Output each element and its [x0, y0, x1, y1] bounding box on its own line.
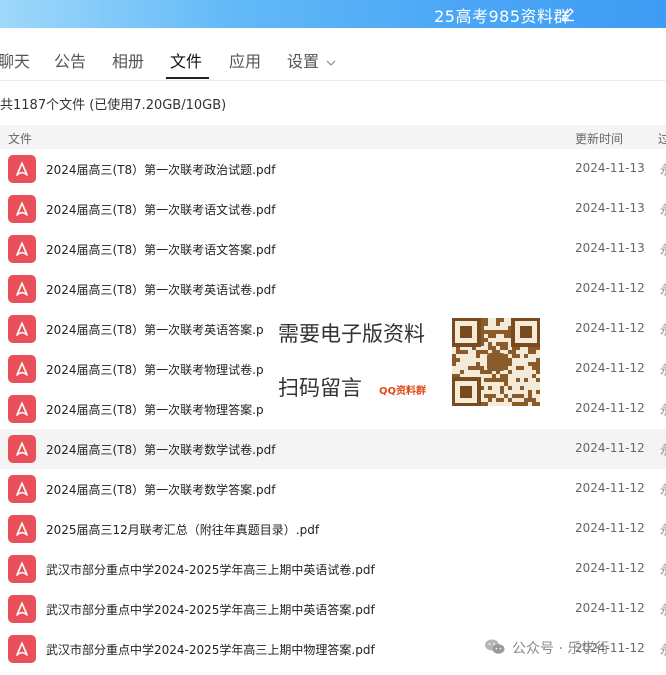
- file-date: 2024-11-13: [575, 201, 645, 215]
- file-date: 2024-11-12: [575, 561, 645, 575]
- pdf-icon: [8, 195, 36, 223]
- file-date: 2024-11-12: [575, 281, 645, 295]
- file-name[interactable]: 2025届高三12月联考汇总（附往年真题目录）.pdf: [46, 521, 319, 538]
- file-uploader: 永: [660, 321, 666, 338]
- table-row[interactable]: 武汉市部分重点中学2024-2025学年高三上期中英语答案.pdf 2024-11…: [0, 589, 666, 629]
- chevron-down-icon: [326, 60, 336, 66]
- file-uploader: 永: [660, 601, 666, 618]
- table-row[interactable]: 2024届高三(T8）第一次联考语文试卷.pdf 2024-11-13 永: [0, 189, 666, 229]
- watermark-text: 公众号 · 乐学行: [512, 641, 610, 657]
- file-date: 2024-11-12: [575, 521, 645, 535]
- table-header: 文件 更新时间 过: [0, 125, 666, 149]
- file-uploader: 永: [660, 201, 666, 218]
- file-uploader: 永: [660, 361, 666, 378]
- file-name[interactable]: 2024届高三(T8）第一次联考数学答案.pdf: [46, 481, 275, 498]
- file-name[interactable]: 武汉市部分重点中学2024-2025学年高三上期中英语答案.pdf: [46, 601, 375, 618]
- file-name[interactable]: 2024届高三(T8）第一次联考英语试卷.pdf: [46, 281, 275, 298]
- file-date: 2024-11-13: [575, 161, 645, 175]
- file-name[interactable]: 2024届高三(T8）第一次联考物理答案.p: [46, 401, 264, 418]
- file-uploader: 永: [660, 281, 666, 298]
- storage-summary: 共1187个文件 (已使用7.20GB/10GB): [0, 98, 227, 113]
- table-row[interactable]: 武汉市部分重点中学2024-2025学年高三上期中英语试卷.pdf 2024-11…: [0, 549, 666, 589]
- active-tab-indicator: [166, 77, 209, 79]
- promo-overlay: 需要电子版资料 扫码留言 QQ资料群: [266, 310, 554, 414]
- pdf-icon: [8, 515, 36, 543]
- window-title: 25高考985资料群: [434, 7, 570, 26]
- file-name[interactable]: 2024届高三(T8）第一次联考政治试题.pdf: [46, 161, 275, 178]
- pdf-icon: [8, 595, 36, 623]
- file-name[interactable]: 2024届高三(T8）第一次联考数学试卷.pdf: [46, 441, 275, 458]
- tab-bar: 聊天 公告 相册 文件 应用 设置: [0, 28, 666, 81]
- table-row[interactable]: 2024届高三(T8）第一次联考政治试题.pdf 2024-11-13 永: [0, 149, 666, 189]
- pdf-icon: [8, 275, 36, 303]
- file-uploader: 永: [660, 481, 666, 498]
- table-row[interactable]: 2024届高三(T8）第一次联考语文答案.pdf 2024-11-13 永: [0, 229, 666, 269]
- tab-announcement[interactable]: 公告: [54, 48, 86, 72]
- pdf-icon: [8, 235, 36, 263]
- file-name[interactable]: 2024届高三(T8）第一次联考语文答案.pdf: [46, 241, 275, 258]
- tab-settings[interactable]: 设置: [287, 48, 337, 72]
- file-uploader: 永: [660, 441, 666, 458]
- promo-line-2: 扫码留言: [278, 376, 362, 400]
- file-name[interactable]: 武汉市部分重点中学2024-2025学年高三上期中英语试卷.pdf: [46, 561, 375, 578]
- file-name[interactable]: 2024届高三(T8）第一次联考语文试卷.pdf: [46, 201, 275, 218]
- tab-apps[interactable]: 应用: [229, 48, 261, 72]
- file-uploader: 永: [660, 521, 666, 538]
- file-uploader: 永: [660, 561, 666, 578]
- promo-tag: QQ资料群: [379, 386, 427, 397]
- pdf-icon: [8, 395, 36, 423]
- pdf-icon: [8, 155, 36, 183]
- pdf-icon: [8, 555, 36, 583]
- column-header-file[interactable]: 文件: [8, 130, 32, 147]
- pdf-icon: [8, 355, 36, 383]
- column-header-uploader[interactable]: 过: [658, 130, 666, 147]
- file-uploader: 永: [660, 401, 666, 418]
- pdf-icon: [8, 435, 36, 463]
- file-date: 2024-11-12: [575, 401, 645, 415]
- file-name[interactable]: 武汉市部分重点中学2024-2025学年高三上期中物理答案.pdf: [46, 641, 375, 658]
- file-uploader: 永: [660, 641, 666, 658]
- promo-line-1: 需要电子版资料: [278, 322, 425, 346]
- tab-album[interactable]: 相册: [112, 48, 144, 72]
- file-uploader: 永: [660, 161, 666, 178]
- tab-settings-label: 设置: [287, 52, 320, 71]
- wechat-icon: [485, 639, 505, 654]
- file-uploader: 永: [660, 241, 666, 258]
- title-bar: 25高考985资料群: [0, 0, 666, 28]
- file-date: 2024-11-13: [575, 241, 645, 255]
- pdf-icon: [8, 475, 36, 503]
- qr-code-icon: [452, 318, 540, 406]
- file-date: 2024-11-12: [575, 601, 645, 615]
- file-name[interactable]: 2024届高三(T8）第一次联考物理试卷.p: [46, 361, 264, 378]
- table-row[interactable]: 2024届高三(T8）第一次联考数学答案.pdf 2024-11-12 永: [0, 469, 666, 509]
- file-date: 2024-11-12: [575, 321, 645, 335]
- pdf-icon: [8, 315, 36, 343]
- tab-files[interactable]: 文件: [170, 48, 202, 72]
- file-date: 2024-11-12: [575, 441, 645, 455]
- tab-chat[interactable]: 聊天: [0, 48, 30, 72]
- pencil-icon[interactable]: [560, 6, 576, 22]
- file-name[interactable]: 2024届高三(T8）第一次联考英语答案.p: [46, 321, 264, 338]
- column-header-updated[interactable]: 更新时间: [575, 130, 623, 147]
- table-row[interactable]: 2025届高三12月联考汇总（附往年真题目录）.pdf 2024-11-12 永: [0, 509, 666, 549]
- table-row[interactable]: 2024届高三(T8）第一次联考英语试卷.pdf 2024-11-12 永: [0, 269, 666, 309]
- pdf-icon: [8, 635, 36, 663]
- table-row[interactable]: 2024届高三(T8）第一次联考数学试卷.pdf 2024-11-12 永: [0, 429, 666, 469]
- file-date: 2024-11-12: [575, 361, 645, 375]
- file-date: 2024-11-12: [575, 481, 645, 495]
